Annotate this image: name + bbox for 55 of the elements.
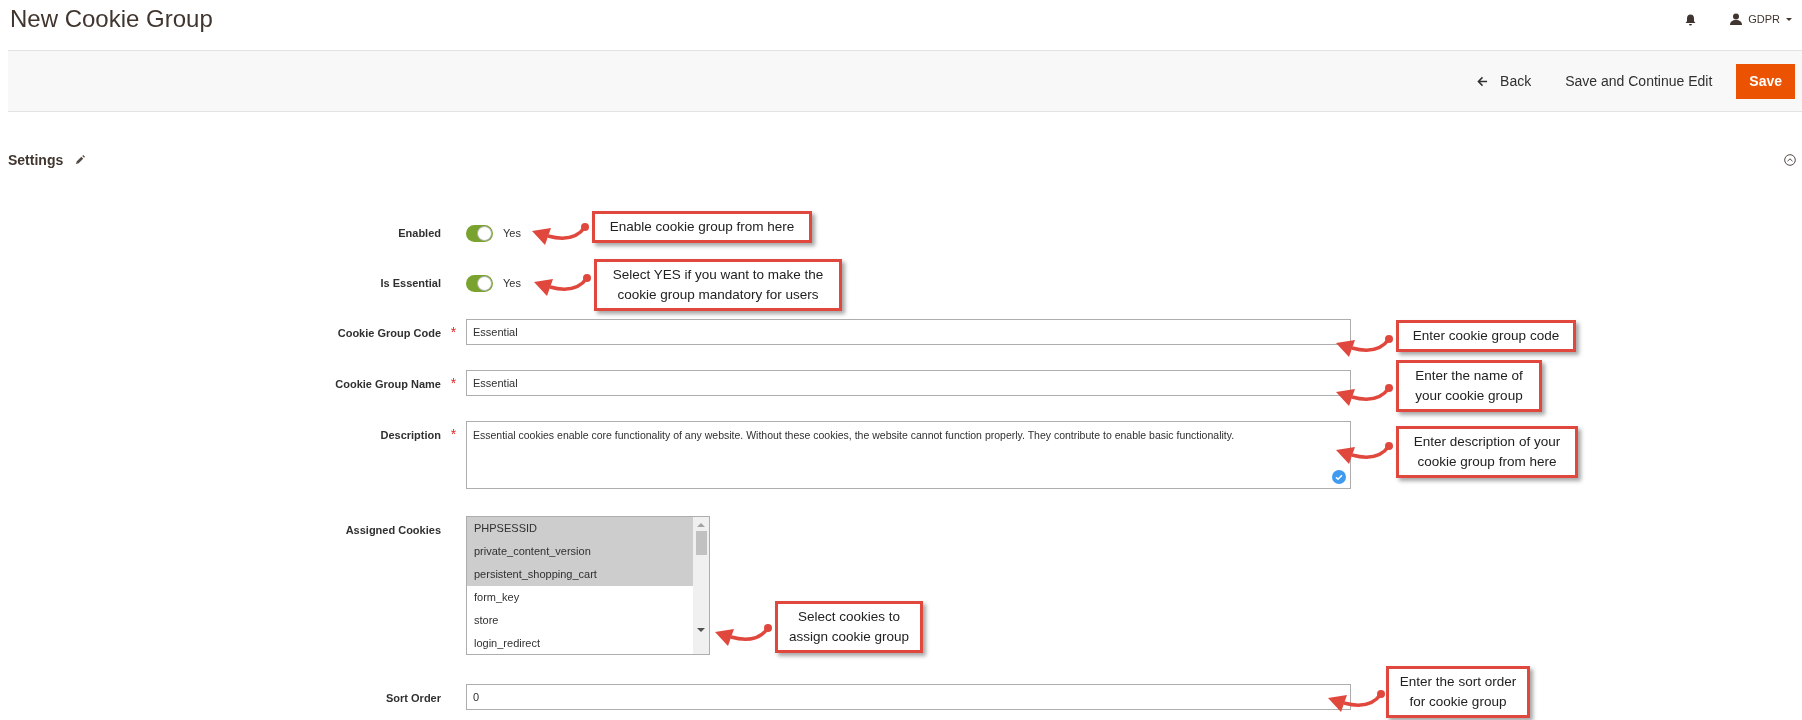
required-mark: *: [450, 323, 457, 342]
callout-arrow: [532, 272, 592, 298]
page-title: New Cookie Group: [10, 7, 213, 31]
callout-text: assign cookie group: [788, 628, 910, 646]
description-text: Essential cookies enable core functionality of any website. Without these cookies, the website cannot function properly. They contribute to enable basic functionality.: [473, 428, 1236, 443]
user-menu[interactable]: GDPR: [1730, 10, 1792, 28]
scrollbar[interactable]: [693, 517, 709, 654]
field-label: Cookie Group Name: [335, 377, 441, 392]
text-field[interactable]: Essential: [466, 370, 1351, 396]
check-icon: [1332, 470, 1346, 484]
callout-arrow: [530, 221, 590, 247]
callout-text: your cookie group: [1415, 387, 1523, 405]
field-label: Sort Order: [386, 691, 441, 706]
save-continue-button[interactable]: Save and Continue Edit: [1565, 70, 1713, 92]
field-label: Cookie Group Code: [337, 326, 441, 341]
toggle-switch[interactable]: [466, 224, 493, 242]
callout-arrow: [1334, 333, 1394, 359]
callout-text: Select YES if you want to make the: [612, 266, 824, 284]
field-label: Enabled: [398, 225, 441, 241]
callout-text: Enter description of your: [1413, 433, 1561, 451]
required-mark: *: [450, 374, 457, 393]
callout-text: Enable cookie group from here: [609, 218, 795, 236]
toggle-value: Yes: [503, 225, 521, 241]
text-field[interactable]: Essential: [466, 319, 1351, 345]
cookie-option[interactable]: persistent_shopping_cart: [467, 563, 693, 586]
callout-text: Select cookies to: [797, 608, 901, 626]
callout-text: cookie group from here: [1417, 453, 1557, 471]
toggle-switch[interactable]: [466, 274, 493, 292]
section-title: Settings: [8, 150, 64, 170]
callout-text: Enter cookie group code: [1412, 327, 1560, 345]
bell-icon[interactable]: [1684, 12, 1698, 26]
field-label: Is Essential: [380, 275, 441, 291]
callout-arrow: [713, 622, 773, 648]
callout-text: for cookie group: [1409, 693, 1507, 711]
callout-arrow: [1334, 440, 1394, 466]
field-label: Description: [380, 428, 441, 443]
field-label: Assigned Cookies: [345, 523, 441, 538]
text-field[interactable]: 0: [466, 684, 1351, 710]
left-arrow-icon: [1477, 75, 1489, 87]
cookie-list[interactable]: PHPSESSID private_content_version persistent_shopping_cart form_key store login_redirect: [466, 516, 710, 655]
pencil-icon[interactable]: [75, 155, 86, 165]
callout-text: Enter the name of: [1415, 367, 1523, 385]
cookie-option[interactable]: PHPSESSID: [467, 517, 693, 540]
caret-icon: [1786, 17, 1792, 21]
user-icon: [1730, 13, 1743, 25]
cookie-option[interactable]: private_content_version: [467, 540, 693, 563]
required-mark: *: [450, 425, 457, 444]
callout-text: Enter the sort order: [1399, 673, 1517, 691]
back-button[interactable]: Back: [1477, 70, 1532, 92]
collapse-icon[interactable]: [1784, 154, 1796, 166]
toggle-value: Yes: [503, 275, 521, 291]
callout-text: cookie group mandatory for users: [617, 286, 819, 304]
description-field[interactable]: Essential cookies enable core functionality of any website. Without these cookies, the website cannot function properly. They contribute to enable basic functionality.: [466, 421, 1351, 489]
save-button[interactable]: Save: [1736, 63, 1795, 99]
callout-arrow: [1334, 382, 1394, 408]
